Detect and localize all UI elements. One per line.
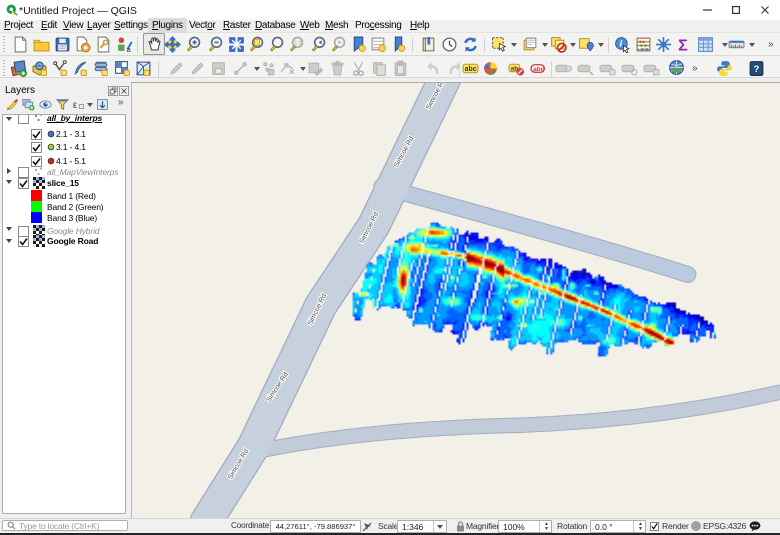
svg-text:1:1: 1:1: [294, 41, 301, 47]
svg-text:a: a: [127, 45, 132, 53]
svg-text:Σ: Σ: [678, 37, 688, 53]
svg-text:i: i: [620, 39, 623, 50]
svg-text:ε: ε: [73, 100, 78, 111]
svg-text:?: ?: [754, 64, 760, 75]
svg-text:abc: abc: [465, 66, 477, 73]
svg-text:abc: abc: [533, 66, 544, 73]
